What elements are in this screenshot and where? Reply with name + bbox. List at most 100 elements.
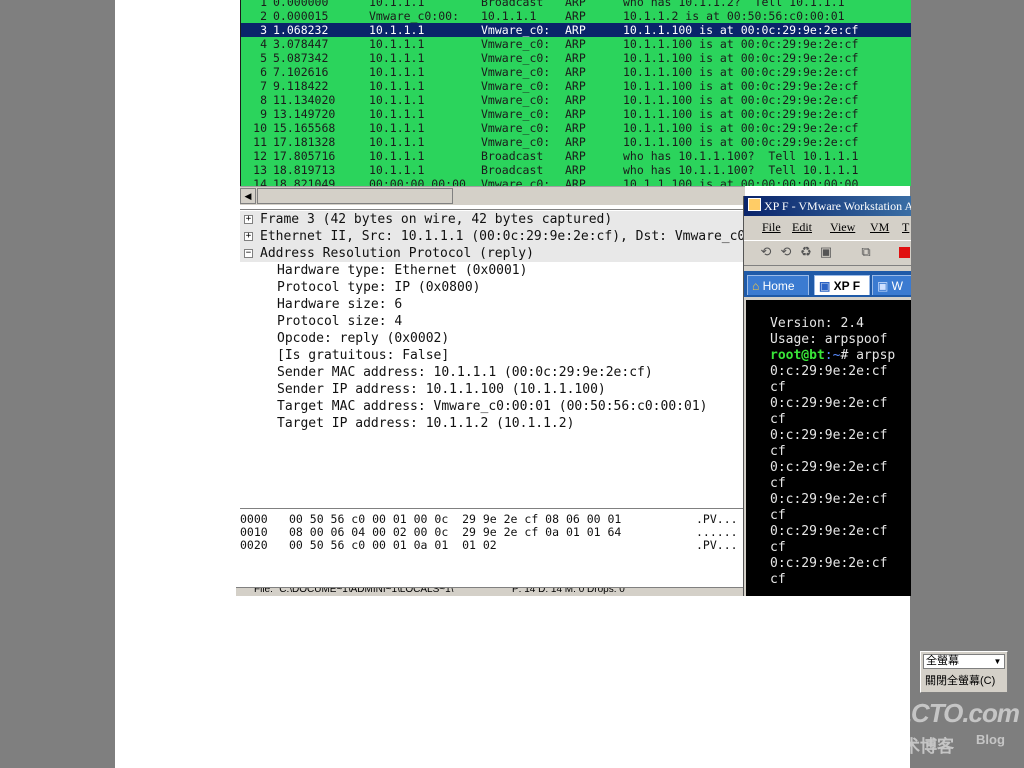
packet-row[interactable]: 2 0.000015 Vmware_c0:00: 10.1.1.1 ARP 10.1.1.… (241, 9, 911, 23)
packet-info: 10.1.1.2 is at 00:50:56:c0:00:01 (623, 9, 845, 23)
packet-row[interactable]: 4 3.078447 10.1.1.1 Vmware_c0: ARP 10.1.1.100… (241, 37, 911, 51)
status-bar: File: "C:\DOCUME~1\ADMINI~1\LOCALS~1\ P:… (236, 587, 743, 596)
packet-details-pane[interactable]: + Frame 3 (42 bytes on wire, 42 bytes cap… (240, 209, 743, 509)
detail-text: Sender MAC address: 10.1.1.1 (00:0c:29:9… (277, 365, 653, 380)
packet-row[interactable]: 5 5.087342 10.1.1.1 Vmware_c0: ARP 10.1.1.100… (241, 51, 911, 65)
scrollbar-thumb[interactable] (257, 188, 453, 204)
packet-row[interactable]: 13 18.819713 10.1.1.1 Broadcast ARP who has 1… (241, 163, 911, 177)
menu-label: View (830, 220, 856, 234)
hex-bytes[interactable]: 00 50 56 c0 00 01 0a 01 01 02 (289, 539, 497, 552)
packet-time: 11.134020 (273, 93, 336, 107)
scroll-left-arrow-icon[interactable]: ◀ (240, 188, 256, 204)
detail-tree-row[interactable]: Sender IP address: 10.1.1.100 (10.1.1.10… (240, 381, 743, 398)
packet-row[interactable]: 8 11.134020 10.1.1.1 Vmware_c0: ARP 10.1.1.10… (241, 93, 911, 107)
detail-text: Protocol size: 4 (277, 314, 403, 329)
tab-home[interactable]: ⌂ Home (747, 275, 809, 295)
fullscreen-icon[interactable]: ⧉ (858, 244, 874, 260)
collapse-icon[interactable]: − (244, 249, 253, 258)
packet-destination: Vmware_c0: (481, 135, 551, 149)
console-line: Version: 2.4 (770, 316, 864, 332)
fullscreen-mode-select[interactable]: 全螢幕 ▼ (923, 654, 1005, 669)
packet-row[interactable]: 14 18.821049 00:00:00_00:00 Vmware_c0: ARP 10… (241, 177, 911, 186)
detail-tree-row[interactable]: + Ethernet II, Src: 10.1.1.1 (00:0c:29:9e… (240, 228, 743, 245)
expand-icon[interactable]: + (244, 232, 253, 241)
detail-tree-row[interactable]: Sender MAC address: 10.1.1.1 (00:0c:29:9… (240, 364, 743, 381)
detail-text: [Is gratuitous: False] (277, 348, 450, 363)
chevron-down-icon[interactable]: ▼ (992, 656, 1003, 667)
detail-tree-row[interactable]: Opcode: reply (0x0002) (240, 330, 743, 347)
packet-list[interactable]: 1 0.000000 10.1.1.1 Broadcast ARP who has 10.… (240, 0, 911, 186)
packet-row[interactable]: 10 15.165568 10.1.1.1 Vmware_c0: ARP 10.1.1.1… (241, 121, 911, 135)
detail-tree-row[interactable]: Protocol type: IP (0x0800) (240, 279, 743, 296)
vmware-tab-bar: ⌂ Home ▣ XP F ▣ W (744, 271, 911, 297)
power-off-icon[interactable]: ⟲ (758, 244, 774, 260)
packet-source: 10.1.1.1 (369, 0, 425, 9)
hex-offset[interactable]: 0020 (240, 539, 268, 552)
vm-icon: ▣ (819, 279, 834, 293)
packet-list-scrollbar[interactable]: ◀ (240, 186, 745, 205)
packet-row[interactable]: 9 13.149720 10.1.1.1 Vmware_c0: ARP 10.1.1.10… (241, 107, 911, 121)
packet-row[interactable]: 3 1.068232 10.1.1.1 Vmware_c0: ARP 10.1.1.100… (241, 23, 911, 37)
menu-file[interactable]: File (762, 218, 781, 236)
console-text: cf (770, 380, 786, 395)
console-line: 0:c:29:9e:2e:cf (770, 364, 887, 380)
packet-destination: Vmware_c0: (481, 23, 551, 37)
detail-tree-row[interactable]: Target MAC address: Vmware_c0:00:01 (00:… (240, 398, 743, 415)
console-line: 0:c:29:9e:2e:cf (770, 492, 887, 508)
detail-text: Frame 3 (42 bytes on wire, 42 bytes capt… (260, 212, 613, 227)
packet-destination: Vmware_c0: (481, 79, 551, 93)
menu-vm[interactable]: VM (870, 218, 889, 236)
packet-info: who has 10.1.1.2? Tell 10.1.1.1 (623, 0, 845, 9)
packet-destination: Vmware_c0: (481, 107, 551, 121)
packet-time: 18.821049 (273, 177, 336, 186)
console-line: cf (770, 572, 786, 588)
console-line: cf (770, 508, 786, 524)
packet-number: 5 (260, 51, 267, 65)
console-line: cf (770, 444, 786, 460)
menu-t[interactable]: T (902, 218, 909, 236)
packet-destination: Vmware_c0: (481, 177, 551, 186)
tab-xp-f[interactable]: ▣ XP F (814, 275, 870, 295)
detail-tree-row[interactable]: + Frame 3 (42 bytes on wire, 42 bytes cap… (240, 211, 743, 228)
vmware-titlebar[interactable]: XP F - VMware Workstation A (744, 196, 911, 216)
packet-row[interactable]: 1 0.000000 10.1.1.1 Broadcast ARP who has 10.… (241, 0, 911, 9)
menu-view[interactable]: View (830, 218, 855, 236)
packet-info: 10.1.1.100 is at 00:0c:29:9e:2e:cf (623, 37, 859, 51)
vm-console[interactable]: Version: 2.4 Usage: arpspoof root@bt:~# ar… (746, 300, 911, 596)
detail-tree-row[interactable]: Hardware type: Ethernet (0x0001) (240, 262, 743, 279)
detail-tree-row[interactable]: − Address Resolution Protocol (reply) (240, 245, 743, 262)
console-text: 0:c:29:9e:2e:cf (770, 492, 888, 507)
vmware-window[interactable]: XP F - VMware Workstation A File Edit View… (743, 196, 911, 596)
detail-tree-row[interactable]: Hardware size: 6 (240, 296, 743, 313)
menu-label: Edit (792, 220, 812, 234)
detail-tree-row[interactable]: [Is gratuitous: False] (240, 347, 743, 364)
packet-row[interactable]: 11 17.181328 10.1.1.1 Vmware_c0: ARP 10.1.1.1… (241, 135, 911, 149)
suspend-icon[interactable]: ⟲ (778, 244, 794, 260)
hex-ascii[interactable]: .PV... (696, 539, 738, 552)
snapshot-icon[interactable]: ▣ (818, 244, 834, 260)
detail-text: Opcode: reply (0x0002) (277, 331, 450, 346)
packet-row[interactable]: 7 9.118422 10.1.1.1 Vmware_c0: ARP 10.1.1.100… (241, 79, 911, 93)
packet-number: 12 (253, 149, 267, 163)
stop-icon[interactable] (896, 244, 911, 260)
packet-row[interactable]: 12 17.805716 10.1.1.1 Broadcast ARP who has 1… (241, 149, 911, 163)
menu-edit[interactable]: Edit (792, 218, 812, 236)
detail-tree-row[interactable]: Target IP address: 10.1.1.2 (10.1.1.2) (240, 415, 743, 432)
console-line: 0:c:29:9e:2e:cf (770, 396, 887, 412)
packet-protocol: ARP (565, 65, 586, 79)
packet-protocol: ARP (565, 177, 586, 186)
packet-bytes-pane[interactable]: 0000 00 50 56 c0 00 01 00 0c 29 9e 2e cf … (240, 511, 742, 588)
console-text: cf (770, 508, 786, 523)
reset-icon[interactable]: ♻ (798, 244, 814, 260)
packet-source: 10.1.1.1 (369, 93, 425, 107)
exit-fullscreen-button[interactable]: 關閉全螢幕(C) (923, 672, 1005, 690)
fullscreen-toolbar: 全螢幕 ▼ 關閉全螢幕(C) (920, 651, 1008, 693)
console-line: 0:c:29:9e:2e:cf (770, 460, 887, 476)
packet-row[interactable]: 6 7.102616 10.1.1.1 Vmware_c0: ARP 10.1.1.100… (241, 65, 911, 79)
detail-tree-row[interactable]: Protocol size: 4 (240, 313, 743, 330)
status-file: File: "C:\DOCUME~1\ADMINI~1\LOCALS~1\ (254, 587, 454, 595)
packet-source: 10.1.1.1 (369, 107, 425, 121)
expand-icon[interactable]: + (244, 215, 253, 224)
packet-time: 18.819713 (273, 163, 336, 177)
tab-w[interactable]: ▣ W (872, 275, 911, 295)
